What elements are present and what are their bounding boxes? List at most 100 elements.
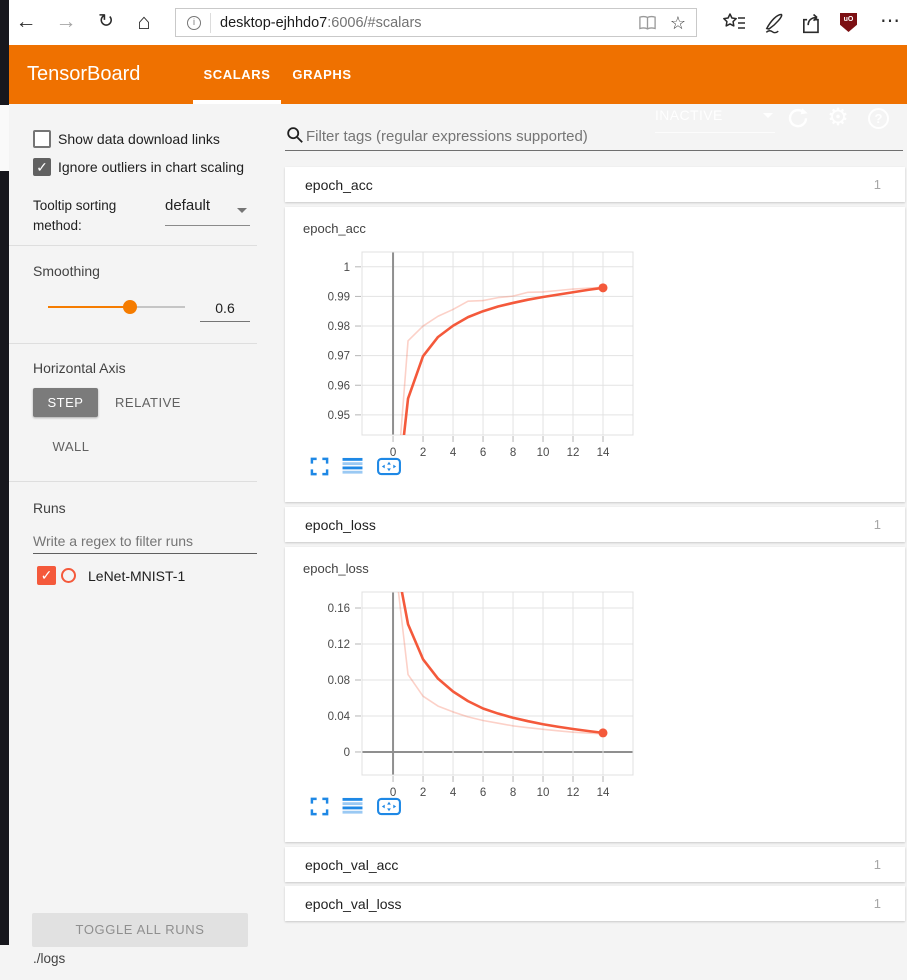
- url-text: desktop-ejhhdo7:6006/#scalars: [220, 15, 422, 31]
- smoothing-value-input[interactable]: [200, 294, 250, 322]
- chevron-down-icon: [763, 113, 773, 118]
- tooltip-sorting-value: default: [165, 197, 210, 214]
- reload-icon[interactable]: ↻: [92, 8, 120, 36]
- svg-text:0.12: 0.12: [328, 639, 350, 651]
- svg-text:6: 6: [480, 447, 486, 459]
- ignore-outliers-label: Ignore outliers in chart scaling: [58, 159, 249, 175]
- adblock-extension-icon[interactable]: uO: [840, 13, 857, 32]
- filter-underline: [285, 150, 903, 151]
- logdir-path: ./logs: [33, 951, 65, 966]
- svg-text:1: 1: [344, 262, 350, 274]
- show-download-links-label: Show data download links: [58, 131, 220, 147]
- run-label: LeNet-MNIST-1: [88, 568, 185, 584]
- show-download-links-checkbox[interactable]: [33, 130, 51, 148]
- card-header-epoch-val-acc[interactable]: epoch_val_acc 1: [285, 847, 905, 882]
- smoothing-slider[interactable]: [48, 300, 185, 314]
- add-favorite-icon[interactable]: ☆: [670, 14, 686, 32]
- chart-toolbar: [310, 457, 402, 476]
- svg-text:6: 6: [480, 787, 486, 799]
- help-icon[interactable]: ?: [868, 108, 892, 132]
- expand-chart-icon[interactable]: [310, 797, 329, 816]
- card-count-badge: 1: [874, 517, 881, 532]
- card-count-badge: 1: [874, 896, 881, 911]
- card-title: epoch_val_acc: [305, 857, 398, 873]
- divider: [0, 481, 257, 482]
- chevron-down-icon: [237, 208, 247, 213]
- svg-text:0.95: 0.95: [328, 410, 350, 422]
- site-info-icon[interactable]: i: [187, 16, 201, 30]
- divider: [0, 343, 257, 344]
- axis-step-button[interactable]: STEP: [33, 388, 98, 417]
- epoch-acc-line-chart[interactable]: 0.950.960.970.980.99102468101214: [285, 207, 905, 465]
- home-icon[interactable]: ⌂: [130, 8, 158, 36]
- axis-wall-button[interactable]: WALL: [33, 432, 109, 461]
- expand-chart-icon[interactable]: [310, 457, 329, 476]
- slider-fill: [48, 306, 130, 308]
- card-title: epoch_acc: [305, 177, 373, 193]
- card-title: epoch_loss: [305, 517, 376, 533]
- chart-toolbar: [310, 797, 402, 816]
- smoothing-label: Smoothing: [33, 263, 100, 279]
- browser-menu-icon[interactable]: ⋯: [880, 8, 901, 33]
- fit-domain-icon[interactable]: [376, 797, 402, 816]
- svg-text:10: 10: [537, 447, 550, 459]
- data-table-icon[interactable]: [342, 797, 363, 816]
- address-bar[interactable]: i desktop-ejhhdo7:6006/#scalars ☆: [175, 8, 697, 37]
- filter-tags-input[interactable]: [306, 124, 866, 148]
- fit-domain-icon[interactable]: [376, 457, 402, 476]
- tooltip-sorting-dropdown[interactable]: default: [165, 197, 250, 226]
- card-count-badge: 1: [874, 177, 881, 192]
- card-header-epoch-loss[interactable]: epoch_loss 1: [285, 507, 905, 542]
- tooltip-sorting-label: Tooltip sorting method:: [33, 196, 151, 235]
- runs-title: Runs: [33, 500, 66, 516]
- desktop-edge-strip: [0, 105, 9, 171]
- ignore-outliers-checkbox[interactable]: ✓: [33, 158, 51, 176]
- svg-text:4: 4: [450, 787, 457, 799]
- share-icon[interactable]: [800, 11, 824, 35]
- svg-text:4: 4: [450, 447, 457, 459]
- tab-graphs[interactable]: GRAPHS: [281, 45, 363, 104]
- run-color-swatch: [61, 568, 76, 583]
- tab-scalars[interactable]: SCALARS: [193, 45, 281, 104]
- app-title: TensorBoard: [27, 45, 140, 104]
- horizontal-axis-label: Horizontal Axis: [33, 360, 126, 376]
- chart-card-epoch-loss: epoch_loss 00.040.080.120.1602468101214: [285, 547, 905, 842]
- epoch-loss-line-chart[interactable]: 00.040.080.120.1602468101214: [285, 547, 905, 805]
- toggle-all-runs-button[interactable]: TOGGLE ALL RUNS: [32, 913, 248, 947]
- svg-text:0.08: 0.08: [328, 675, 350, 687]
- card-header-epoch-val-loss[interactable]: epoch_val_loss 1: [285, 886, 905, 921]
- run-checkbox[interactable]: ✓: [37, 566, 56, 585]
- reading-view-icon[interactable]: [638, 15, 657, 31]
- chart-card-epoch-acc: epoch_acc 0.950.960.970.980.991024681012…: [285, 207, 905, 502]
- slider-thumb[interactable]: [123, 300, 137, 314]
- status-label: INACTIVE: [655, 107, 723, 123]
- svg-text:14: 14: [597, 447, 610, 459]
- svg-text:12: 12: [567, 787, 580, 799]
- hub-favorites-icon[interactable]: [722, 11, 746, 35]
- svg-text:0.04: 0.04: [328, 711, 351, 723]
- svg-text:8: 8: [510, 787, 516, 799]
- help-question-glyph: ?: [868, 108, 889, 129]
- tensorboard-window: { "browser": { "address": { "host": "des…: [0, 0, 907, 980]
- data-table-icon[interactable]: [342, 457, 363, 476]
- svg-text:2: 2: [420, 787, 426, 799]
- web-note-pen-icon[interactable]: [763, 11, 787, 35]
- svg-text:10: 10: [537, 787, 550, 799]
- desktop-edge-strip: [0, 0, 9, 105]
- tensorboard-header: TensorBoard SCALARS GRAPHS INACTIVE ⚙ ?: [0, 45, 907, 104]
- back-icon[interactable]: ←: [12, 8, 40, 36]
- desktop-edge-strip: [0, 171, 9, 945]
- svg-text:0.97: 0.97: [328, 351, 350, 363]
- svg-text:12: 12: [567, 447, 580, 459]
- svg-text:0.98: 0.98: [328, 321, 350, 333]
- card-header-epoch-acc[interactable]: epoch_acc 1: [285, 167, 905, 202]
- search-icon: [286, 126, 304, 144]
- runs-filter-input[interactable]: [33, 528, 257, 554]
- svg-text:0.96: 0.96: [328, 380, 350, 392]
- axis-relative-button[interactable]: RELATIVE: [108, 388, 188, 417]
- card-title: epoch_val_loss: [305, 896, 402, 912]
- svg-text:0: 0: [344, 747, 350, 759]
- svg-text:0.16: 0.16: [328, 603, 350, 615]
- forward-icon[interactable]: →: [52, 8, 80, 36]
- divider: [0, 245, 257, 246]
